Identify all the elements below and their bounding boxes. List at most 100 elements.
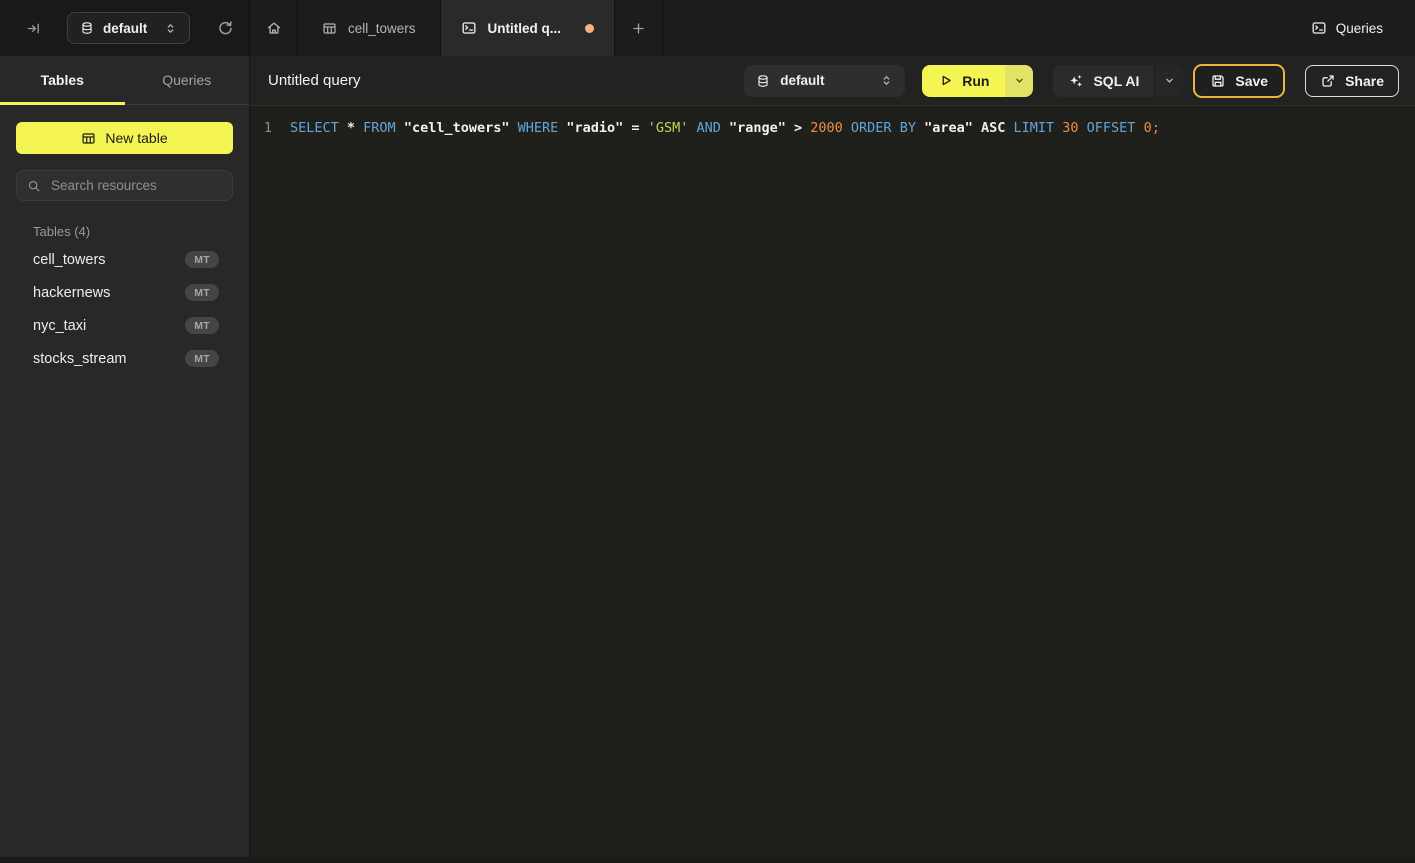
- sidebar-tab-tables[interactable]: Tables: [0, 56, 125, 104]
- code-token: AND: [696, 120, 729, 136]
- share-button-label: Share: [1345, 73, 1384, 89]
- table-name: cell_towers: [33, 252, 106, 268]
- table-list-item[interactable]: nyc_taxi MT: [0, 309, 249, 342]
- window-bottom-edge: [0, 857, 1415, 863]
- code-line: 1 SELECT * FROM "cell_towers" WHERE "rad…: [250, 118, 1415, 138]
- sql-ai-button-group: SQL AI: [1053, 65, 1183, 97]
- app-window: default cell_towers: [0, 0, 1415, 863]
- queries-panel-button[interactable]: Queries: [1305, 0, 1389, 56]
- code-token: WHERE: [518, 120, 567, 136]
- run-options-button[interactable]: [1005, 65, 1033, 97]
- table-list-item[interactable]: stocks_stream MT: [0, 342, 249, 375]
- sparkles-icon: [1068, 73, 1084, 89]
- new-table-button[interactable]: New table: [16, 122, 233, 154]
- code-token: ;: [1152, 120, 1160, 136]
- query-database-value: default: [780, 73, 824, 88]
- code-token: LIMIT: [1014, 120, 1063, 136]
- plus-icon: [631, 21, 646, 36]
- table-engine-badge: MT: [185, 251, 219, 269]
- play-icon: [938, 73, 953, 88]
- save-icon: [1210, 73, 1226, 89]
- code-token: =: [631, 120, 647, 136]
- tab-label: cell_towers: [348, 21, 416, 36]
- sql-ai-button[interactable]: SQL AI: [1053, 65, 1154, 97]
- sql-ai-options-button[interactable]: [1154, 65, 1183, 97]
- tab-cell-towers[interactable]: cell_towers: [298, 0, 441, 56]
- query-icon: [461, 20, 477, 36]
- code-token: *: [347, 120, 363, 136]
- database-icon: [80, 21, 94, 35]
- code-token: 2000: [810, 120, 851, 136]
- tab-home[interactable]: [250, 0, 298, 56]
- code-token: 0: [1144, 120, 1152, 136]
- refresh-icon: [217, 20, 234, 37]
- sidebar: Tables Queries New table Tables (4) cell…: [0, 56, 250, 863]
- query-toolbar: Untitled query default: [250, 56, 1415, 106]
- chevron-updown-icon: [164, 22, 177, 35]
- table-engine-badge: MT: [185, 350, 219, 368]
- refresh-button[interactable]: [211, 14, 239, 42]
- chevron-updown-icon: [880, 74, 893, 87]
- share-button[interactable]: Share: [1305, 65, 1399, 97]
- database-selector[interactable]: default: [67, 12, 190, 44]
- table-icon: [81, 131, 96, 146]
- query-database-selector[interactable]: default: [744, 65, 905, 97]
- table-engine-badge: MT: [185, 284, 219, 302]
- table-list: cell_towers MT hackernews MT nyc_taxi MT…: [0, 243, 249, 375]
- table-name: nyc_taxi: [33, 318, 86, 334]
- search-input[interactable]: [49, 177, 222, 194]
- collapse-sidebar-icon: [26, 21, 41, 36]
- run-button-group: Run: [922, 65, 1033, 97]
- new-table-label: New table: [105, 130, 167, 146]
- main-panel: Untitled query default: [250, 56, 1415, 863]
- sidebar-tab-queries[interactable]: Queries: [125, 56, 250, 104]
- top-bar: default cell_towers: [0, 0, 1415, 56]
- line-number: 1: [250, 118, 272, 138]
- run-button[interactable]: Run: [922, 65, 1005, 97]
- sql-editor[interactable]: 1 SELECT * FROM "cell_towers" WHERE "rad…: [250, 106, 1415, 863]
- home-icon: [266, 20, 282, 36]
- table-name: stocks_stream: [33, 351, 126, 367]
- code-line-content[interactable]: SELECT * FROM "cell_towers" WHERE "radio…: [290, 118, 1160, 138]
- unsaved-changes-dot: [585, 24, 594, 33]
- query-icon: [1311, 20, 1327, 36]
- tab-strip: cell_towers Untitled q... Queries: [250, 0, 1415, 56]
- code-token: "area": [924, 120, 981, 136]
- table-name: hackernews: [33, 285, 110, 301]
- save-button-label: Save: [1235, 73, 1268, 89]
- collapse-sidebar-button[interactable]: [19, 14, 47, 42]
- code-token: OFFSET: [1087, 120, 1144, 136]
- database-selector-value: default: [103, 21, 147, 36]
- code-token: >: [794, 120, 810, 136]
- search-box[interactable]: [16, 170, 233, 201]
- new-tab-button[interactable]: [615, 0, 663, 56]
- save-button[interactable]: Save: [1193, 64, 1285, 98]
- run-button-label: Run: [962, 73, 989, 89]
- table-list-item[interactable]: hackernews MT: [0, 276, 249, 309]
- sql-ai-label: SQL AI: [1093, 73, 1139, 89]
- code-token: ASC: [981, 120, 1014, 136]
- tab-untitled-query[interactable]: Untitled q...: [441, 0, 616, 56]
- code-token: 30: [1062, 120, 1086, 136]
- sidebar-tabs: Tables Queries: [0, 56, 249, 105]
- tab-label: Untitled q...: [488, 21, 562, 36]
- code-token: "cell_towers": [404, 120, 518, 136]
- code-token: FROM: [363, 120, 404, 136]
- queries-button-label: Queries: [1336, 21, 1383, 36]
- code-token: SELECT: [290, 120, 347, 136]
- table-list-item[interactable]: cell_towers MT: [0, 243, 249, 276]
- body: Tables Queries New table Tables (4) cell…: [0, 56, 1415, 863]
- code-token: ORDER BY: [851, 120, 924, 136]
- search-icon: [27, 179, 41, 193]
- code-token: "radio": [566, 120, 631, 136]
- table-icon: [322, 21, 337, 36]
- share-icon: [1320, 73, 1336, 89]
- chevron-down-icon: [1014, 75, 1025, 86]
- query-title[interactable]: Untitled query: [268, 72, 361, 89]
- database-icon: [756, 74, 770, 88]
- top-bar-left: default: [0, 0, 250, 56]
- chevron-down-icon: [1164, 75, 1175, 86]
- code-token: "range": [729, 120, 794, 136]
- code-token: 'GSM': [648, 120, 697, 136]
- table-engine-badge: MT: [185, 317, 219, 335]
